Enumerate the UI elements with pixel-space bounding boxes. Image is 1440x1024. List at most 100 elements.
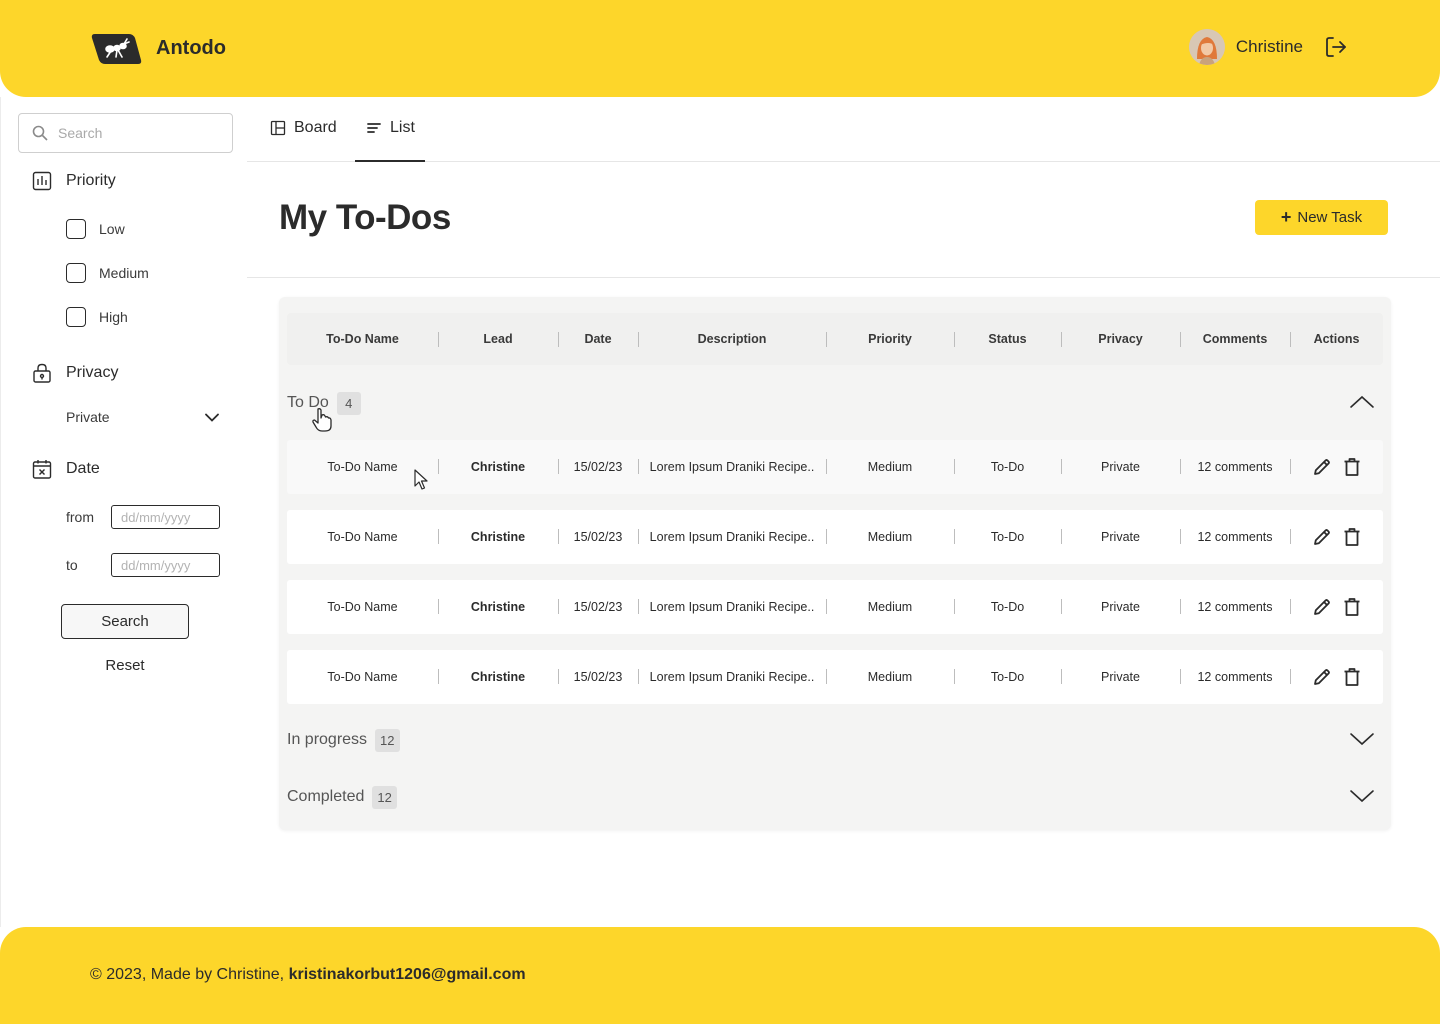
cell-comments: 12 comments <box>1197 600 1273 614</box>
date-filter-heading: Date <box>32 459 100 479</box>
sidebar-search[interactable] <box>18 113 233 153</box>
user-menu[interactable]: Christine <box>1188 29 1348 65</box>
column-divider <box>638 459 639 474</box>
table-row[interactable]: To-Do Name Christine 15/02/23 Lorem Ipsum D… <box>287 440 1383 494</box>
group-header-todo[interactable]: To Do 4 <box>287 388 1383 418</box>
column-divider <box>638 529 639 544</box>
edit-icon[interactable] <box>1311 596 1333 618</box>
trash-icon[interactable] <box>1341 666 1363 688</box>
edit-icon[interactable] <box>1311 526 1333 548</box>
new-task-label: New Task <box>1297 209 1363 226</box>
copyright-text: © 2023, Made by Christine, <box>90 966 285 983</box>
edit-icon[interactable] <box>1311 456 1333 478</box>
column-divider <box>638 599 639 614</box>
date-from-label: from <box>66 509 94 525</box>
low-checkbox[interactable] <box>66 219 86 239</box>
privacy-selected-value: Private <box>66 409 110 425</box>
cell-lead: Christine <box>470 530 526 544</box>
medium-label: Medium <box>99 265 149 281</box>
column-divider <box>826 529 827 544</box>
avatar-icon[interactable] <box>1188 29 1225 65</box>
column-divider <box>1061 529 1062 544</box>
cell-priority: Medium <box>867 530 913 544</box>
cell-privacy: Private <box>1101 670 1140 684</box>
column-header-priority: Priority <box>868 332 912 346</box>
chevron-up-icon[interactable] <box>1349 391 1375 413</box>
column-divider <box>558 599 559 614</box>
date-from-input[interactable] <box>111 505 220 529</box>
bar-chart-icon <box>32 171 52 191</box>
new-task-button[interactable]: + New Task <box>1255 200 1388 235</box>
search-button[interactable]: Search <box>61 604 189 639</box>
column-header-description: Description <box>697 332 767 346</box>
column-divider <box>1061 332 1062 347</box>
edit-icon[interactable] <box>1311 666 1333 688</box>
table-row[interactable]: To-Do Name Christine 15/02/23 Lorem Ipsum D… <box>287 650 1383 704</box>
date-to-input[interactable] <box>111 553 220 577</box>
calendar-icon <box>32 460 52 479</box>
group-label[interactable]: To Do <box>287 394 329 412</box>
cell-actions <box>1290 510 1383 564</box>
table-row[interactable]: To-Do Name Christine 15/02/23 Lorem Ipsum D… <box>287 510 1383 564</box>
column-header-comments: Comments <box>1202 332 1268 346</box>
board-icon <box>270 120 286 136</box>
privacy-label: Privacy <box>66 364 119 381</box>
logout-icon[interactable] <box>1324 35 1348 59</box>
cell-todo-name: To-Do Name <box>327 670 398 684</box>
chevron-down-icon <box>205 413 219 422</box>
priority-option-medium[interactable]: Medium <box>66 263 149 283</box>
reset-button[interactable]: Reset <box>61 654 189 676</box>
column-divider <box>558 529 559 544</box>
sidebar-filters: Priority Low Medium High Privacy Private… <box>0 97 247 927</box>
cell-comments: 12 comments <box>1197 460 1273 474</box>
priority-option-high[interactable]: High <box>66 307 128 327</box>
priority-filter-heading: Priority <box>32 171 116 191</box>
chevron-down-icon[interactable] <box>1349 728 1375 750</box>
chevron-down-icon[interactable] <box>1349 785 1375 807</box>
tab-list[interactable]: List <box>366 119 415 137</box>
group-label[interactable]: In progress <box>287 731 367 749</box>
column-divider <box>438 599 439 614</box>
group-header-in-progress[interactable]: In progress 12 <box>287 725 1383 755</box>
logo[interactable]: Antodo <box>91 30 226 66</box>
cell-date: 15/02/23 <box>573 600 623 614</box>
cell-actions <box>1290 650 1383 704</box>
column-divider <box>1061 669 1062 684</box>
table-row[interactable]: To-Do Name Christine 15/02/23 Lorem Ipsum D… <box>287 580 1383 634</box>
footer-email-link[interactable]: kristinakorbut1206@gmail.com <box>289 966 526 983</box>
cell-lead: Christine <box>470 600 526 614</box>
group-label[interactable]: Completed <box>287 788 364 806</box>
cell-comments: 12 comments <box>1197 670 1273 684</box>
priority-option-low[interactable]: Low <box>66 219 125 239</box>
column-divider <box>1290 529 1291 544</box>
trash-icon[interactable] <box>1341 456 1363 478</box>
footer-text: © 2023, Made by Christine, kristinakorbu… <box>90 966 526 984</box>
tab-list-label: List <box>390 119 415 136</box>
priority-label: Priority <box>66 172 116 189</box>
plus-icon: + <box>1280 207 1292 227</box>
group-count-badge: 12 <box>375 728 400 752</box>
column-divider <box>954 599 955 614</box>
medium-checkbox[interactable] <box>66 263 86 283</box>
column-divider <box>558 459 559 474</box>
cell-privacy: Private <box>1101 600 1140 614</box>
page-title: My To-Dos <box>279 198 451 237</box>
trash-icon[interactable] <box>1341 596 1363 618</box>
privacy-dropdown[interactable]: Private <box>66 409 219 425</box>
column-divider <box>438 529 439 544</box>
high-checkbox[interactable] <box>66 307 86 327</box>
cell-description: Lorem Ipsum Draniki Recipe.. <box>649 600 815 614</box>
tab-board[interactable]: Board <box>270 119 337 137</box>
trash-icon[interactable] <box>1341 526 1363 548</box>
column-header-date: Date <box>584 332 612 346</box>
column-header-status: Status <box>988 332 1027 346</box>
header: Antodo Christine <box>0 0 1440 97</box>
column-divider <box>1290 332 1291 347</box>
ant-icon <box>91 34 142 64</box>
group-header-completed[interactable]: Completed 12 <box>287 782 1383 812</box>
cell-status: To-Do <box>990 670 1025 684</box>
column-divider <box>1180 459 1181 474</box>
group-count-badge: 12 <box>372 785 397 809</box>
cell-priority: Medium <box>867 600 913 614</box>
search-input[interactable] <box>58 125 208 141</box>
